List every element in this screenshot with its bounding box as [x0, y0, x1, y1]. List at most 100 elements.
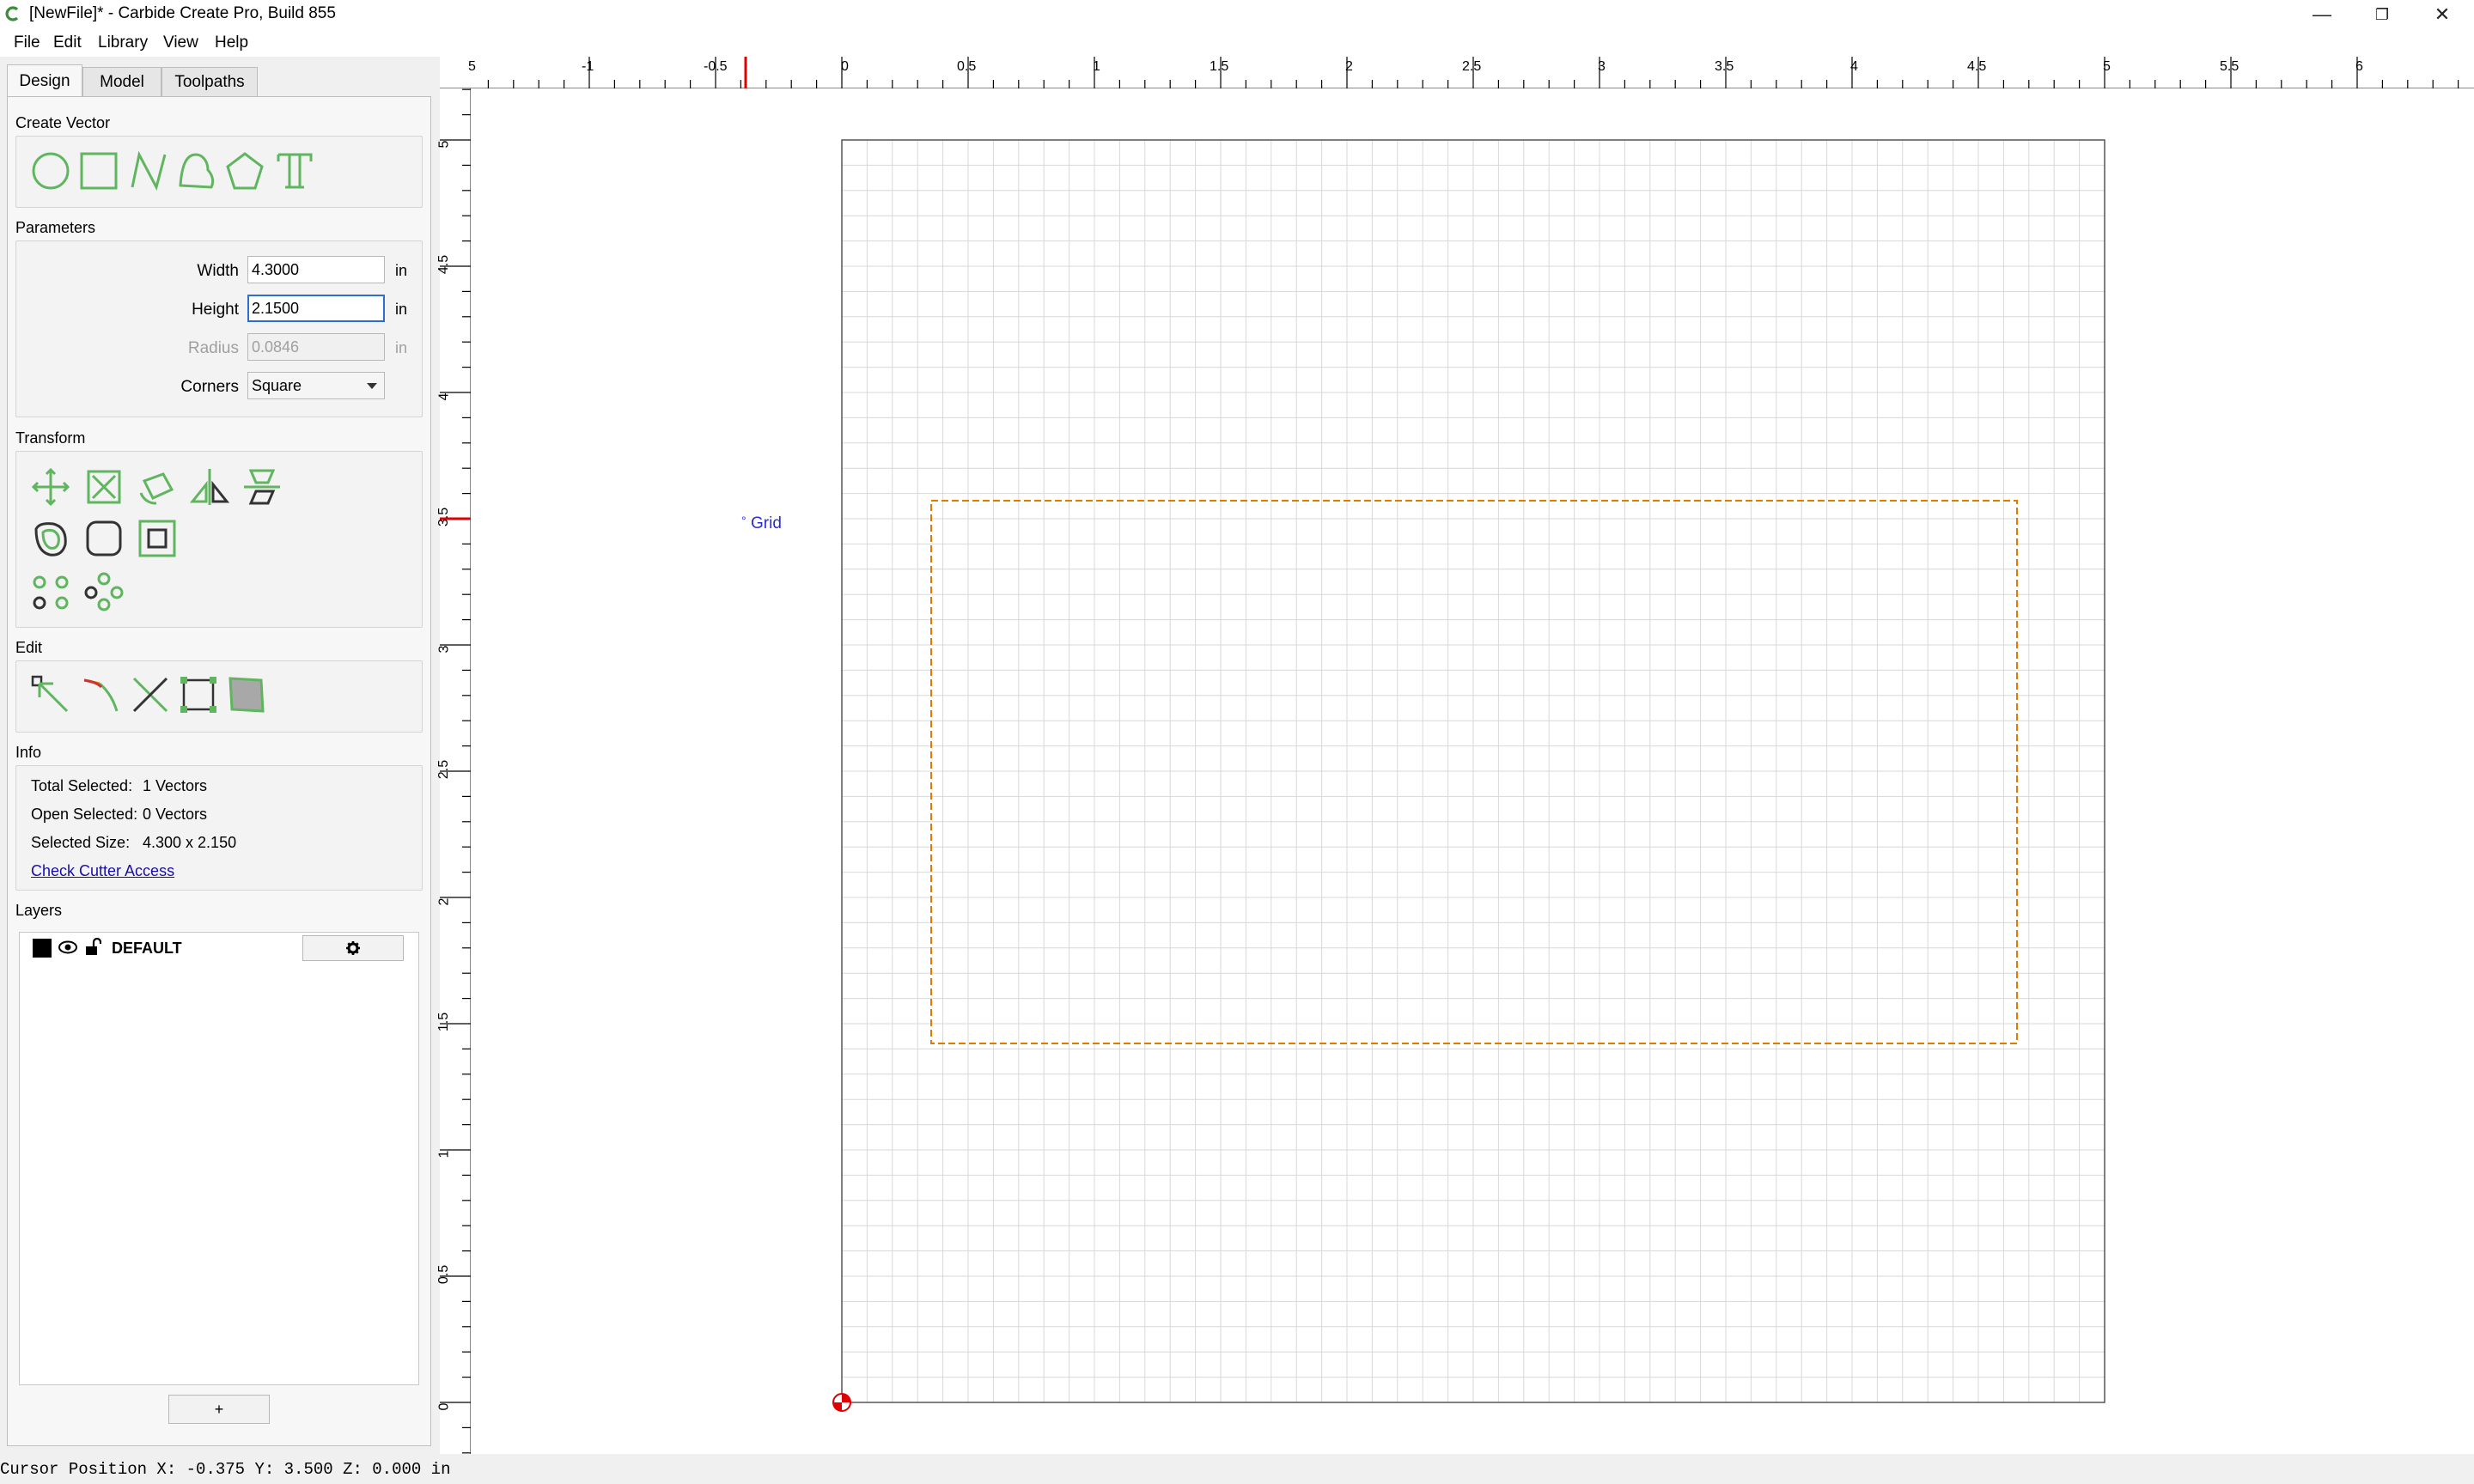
array-grid-icon[interactable] [31, 572, 70, 611]
mirror-icon[interactable] [189, 467, 230, 507]
curve-icon[interactable] [177, 151, 216, 191]
height-label: Height [192, 301, 239, 319]
h-ruler-label: 3.5 [1715, 59, 1734, 74]
app-logo-icon [5, 6, 19, 21]
transform-label: Transform [15, 429, 86, 447]
chevron-down-icon [367, 383, 377, 389]
menu-file[interactable]: File [14, 33, 40, 52]
width-input[interactable]: 4.3000 [247, 256, 385, 283]
total-selected-label: Total Selected: [31, 777, 133, 794]
offset-icon[interactable] [31, 519, 70, 558]
tab-model[interactable]: Model [82, 67, 161, 96]
corners-select[interactable]: Square [247, 372, 385, 399]
selected-size-value: 4.300 x 2.150 [143, 834, 237, 851]
layers-label: Layers [15, 902, 63, 919]
h-ruler-label: 5 [2103, 59, 2111, 74]
h-ruler-label: 3 [1598, 59, 1606, 74]
total-selected-value: 1 Vectors [143, 777, 208, 794]
cursor-position-status: Cursor Position X: -0.375 Y: 3.500 Z: 0.… [0, 1460, 451, 1479]
design-canvas[interactable]: ° Grid [471, 88, 2474, 1454]
eye-icon[interactable] [58, 940, 77, 954]
boolean-icon[interactable] [137, 519, 177, 558]
window-title: [NewFile]* - Carbide Create Pro, Build 8… [29, 4, 336, 22]
h-ruler-label: 0 [841, 59, 849, 74]
info-label: Info [15, 744, 42, 761]
h-ruler-label: -1 [582, 59, 594, 74]
h-ruler-label: 5.5 [2220, 59, 2239, 74]
v-ruler-label: 2 [436, 897, 452, 906]
check-cutter-access-link[interactable]: Check Cutter Access [31, 862, 174, 880]
bounding-box-icon[interactable] [179, 675, 218, 715]
layer-row[interactable]: DEFAULT [22, 935, 416, 961]
width-label: Width [197, 262, 239, 280]
align-icon[interactable] [242, 467, 282, 507]
gear-icon [346, 941, 360, 955]
grid-anchor-icon: ° [741, 514, 746, 527]
open-selected-value: 0 Vectors [143, 806, 208, 823]
menu-bar: File Edit Library View Help [0, 29, 2474, 57]
layer-name: DEFAULT [112, 940, 182, 957]
join-icon[interactable] [81, 675, 120, 715]
selected-size-label: Selected Size: [31, 834, 131, 851]
v-ruler-label: 4.5 [436, 254, 452, 275]
polyline-icon[interactable] [129, 151, 168, 191]
v-ruler-label: 2.5 [436, 759, 452, 780]
menu-help[interactable]: Help [215, 33, 248, 52]
close-button[interactable]: ✕ [2412, 0, 2472, 29]
parameters-label: Parameters [15, 219, 96, 236]
menu-library[interactable]: Library [98, 33, 148, 52]
open-selected-label: Open Selected: [31, 806, 138, 823]
minimize-button[interactable]: — [2292, 0, 2352, 29]
radius-label: Radius [187, 339, 239, 357]
rotate-icon[interactable] [137, 467, 177, 507]
height-input[interactable]: 2.1500 [247, 295, 385, 322]
maximize-button[interactable]: ❐ [2352, 0, 2412, 29]
array-circular-icon[interactable] [84, 572, 124, 611]
node-edit-icon[interactable] [31, 675, 70, 715]
layer-settings-button[interactable] [302, 935, 404, 961]
v-ruler-label: 1 [436, 1150, 452, 1159]
layers-list [19, 932, 419, 1385]
corners-select-value: Square [252, 377, 302, 394]
menu-edit[interactable]: Edit [53, 33, 82, 52]
radius-unit: in [395, 339, 408, 356]
polygon-icon[interactable] [225, 151, 265, 191]
h-ruler-label: 4 [1850, 59, 1858, 74]
add-layer-button[interactable]: + [168, 1395, 270, 1424]
create-vector-group [15, 136, 423, 208]
corners-label: Corners [180, 378, 239, 396]
edit-label: Edit [15, 639, 43, 656]
v-ruler-label: 3 [436, 645, 452, 654]
h-ruler-label: 2.5 [1462, 59, 1482, 74]
fillet-icon[interactable] [84, 519, 124, 558]
menu-view[interactable]: View [163, 33, 198, 52]
h-ruler-label: 0.5 [957, 59, 977, 74]
h-ruler-label: 1 [1093, 59, 1100, 74]
unlock-icon[interactable] [84, 938, 101, 957]
height-unit: in [395, 301, 408, 318]
grid-label: Grid [751, 514, 782, 532]
scale-icon[interactable] [84, 467, 124, 507]
h-ruler-label: -0.5 [704, 59, 728, 74]
horizontal-ruler: 5 -1 -0.5 0 0.5 1 1.5 2 2.5 3 3.5 4 4.5 … [440, 57, 2474, 88]
v-ruler-label: 4 [436, 392, 452, 401]
circle-icon[interactable] [31, 151, 70, 191]
h-ruler-label: 6 [2355, 59, 2363, 74]
trim-icon[interactable] [131, 675, 170, 715]
radius-input: 0.0846 [247, 333, 385, 361]
layer-color-swatch[interactable] [33, 939, 52, 958]
fill-icon[interactable] [227, 675, 266, 715]
v-ruler-label: 0 [436, 1402, 452, 1411]
tab-toolpaths[interactable]: Toolpaths [161, 67, 258, 96]
v-ruler-label: 0.5 [436, 1264, 452, 1285]
edit-group [15, 660, 423, 733]
title-bar: [NewFile]* - Carbide Create Pro, Build 8… [0, 0, 2474, 29]
rectangle-icon[interactable] [79, 151, 119, 191]
h-ruler-label: 2 [1345, 59, 1353, 74]
v-ruler-label: 5 [436, 140, 452, 149]
tab-design[interactable]: Design [7, 64, 82, 97]
text-icon[interactable] [275, 151, 314, 191]
move-icon[interactable] [31, 467, 70, 507]
create-vector-label: Create Vector [15, 114, 111, 131]
vertical-ruler: 5 4.5 4 3.5 3 2.5 2 1.5 1 0.5 0 [436, 88, 471, 1454]
